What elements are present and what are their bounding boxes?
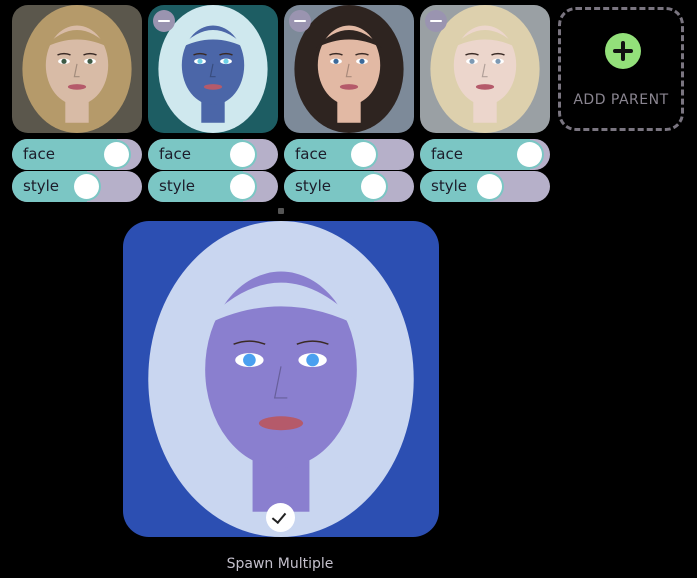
face-label: face <box>23 145 55 163</box>
remove-parent-icon[interactable] <box>425 10 447 32</box>
parent-portrait[interactable] <box>12 5 142 133</box>
style-label: style <box>159 177 195 195</box>
face-slider[interactable]: face <box>420 139 550 170</box>
result-image[interactable] <box>123 221 439 537</box>
checkmark-icon[interactable] <box>266 503 295 532</box>
face-label: face <box>431 145 463 163</box>
style-slider[interactable]: style <box>148 171 278 202</box>
face-slider[interactable]: face <box>148 139 278 170</box>
spawn-multiple-button[interactable]: Spawn Multiple <box>180 556 380 572</box>
face-slider-handle[interactable] <box>104 142 130 167</box>
remove-parent-icon[interactable] <box>153 10 175 32</box>
style-slider-handle[interactable] <box>477 174 503 199</box>
face-slider-handle[interactable] <box>351 142 377 167</box>
add-parent-button[interactable]: ADD PARENT <box>558 7 684 131</box>
divider-handle[interactable] <box>278 208 284 214</box>
style-label: style <box>431 177 467 195</box>
face-label: face <box>159 145 191 163</box>
face-slider-handle[interactable] <box>230 142 256 167</box>
style-slider[interactable]: style <box>420 171 550 202</box>
plus-icon <box>605 33 641 69</box>
face-slider-handle[interactable] <box>517 142 543 167</box>
style-slider-handle[interactable] <box>230 174 256 199</box>
style-slider-handle[interactable] <box>361 174 387 199</box>
face-label: face <box>295 145 327 163</box>
style-slider[interactable]: style <box>284 171 414 202</box>
style-label: style <box>23 177 59 195</box>
face-slider[interactable]: face <box>12 139 142 170</box>
style-slider-handle[interactable] <box>74 174 100 199</box>
add-parent-label: ADD PARENT <box>573 92 669 108</box>
face-slider[interactable]: face <box>284 139 414 170</box>
style-slider[interactable]: style <box>12 171 142 202</box>
remove-parent-icon[interactable] <box>289 10 311 32</box>
style-label: style <box>295 177 331 195</box>
